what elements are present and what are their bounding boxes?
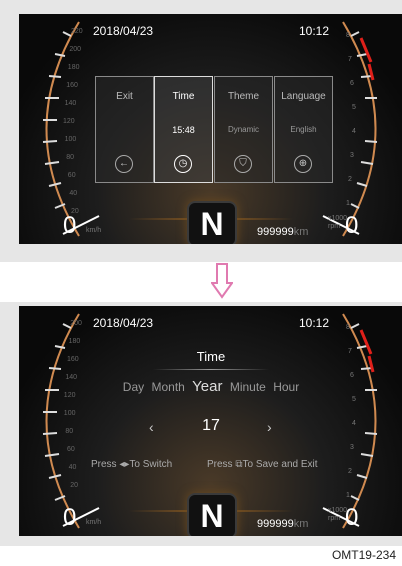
title-underline — [153, 369, 269, 370]
speed-tick-label: 140 — [64, 100, 77, 107]
menu-card-exit[interactable]: Exit ← — [95, 76, 154, 183]
globe-icon: ⊕ — [294, 155, 312, 173]
rpm-tick-label: 2 — [348, 468, 352, 475]
odometer-value: 999999 — [257, 518, 294, 530]
speed-tick-label: 40 — [69, 190, 78, 197]
back-arrow-icon: ← — [115, 155, 133, 173]
menu-card-value: English — [290, 125, 317, 134]
field-day[interactable]: Day — [123, 380, 144, 394]
rpm-tick-label: 8 — [346, 324, 350, 331]
rpm-tick-label: 6 — [350, 372, 354, 379]
field-hour[interactable]: Hour — [273, 380, 299, 394]
rpm-tick-label: 2 — [348, 176, 352, 183]
speed-tick-label: 60 — [67, 172, 76, 179]
speed-tick-label: 80 — [65, 428, 74, 435]
top-cluster-screen: 2018/04/23 10:12 Exit ← Time 15:48 ◷ The… — [19, 14, 402, 244]
menu-card-label: Time — [172, 91, 195, 102]
rpm-tick-label: 6 — [350, 80, 354, 87]
speed-tick-label: 20 — [70, 482, 78, 489]
rpm-tick-label: 8 — [346, 32, 350, 39]
rpm-tick-label: 1 — [346, 200, 350, 207]
rpm-tick-label: 3 — [350, 444, 354, 451]
rpm-tick-label: 3 — [350, 152, 354, 159]
gear-indicator: N — [187, 493, 237, 536]
rpm-unit-text: rpm — [328, 223, 341, 230]
speed-tick-label: 160 — [67, 356, 79, 363]
gear-indicator: N — [187, 201, 237, 244]
speed-unit-label: km/h — [86, 227, 102, 234]
figure-caption: OMT19-234 — [331, 548, 396, 562]
switch-hint: Press ◂▸To Switch — [91, 459, 173, 470]
bottom-cluster-screen: 2018/04/23 10:12 Time Day Month Year Min… — [19, 306, 402, 536]
menu-card-theme[interactable]: Theme Dynamic ⛉ — [214, 76, 273, 183]
speed-tick-label: 180 — [67, 64, 80, 71]
rpm-tick-label: 4 — [352, 128, 356, 135]
clock-display: 10:12 — [299, 316, 330, 330]
field-value: 17 — [202, 417, 220, 434]
down-arrow-icon — [211, 263, 233, 299]
rpm-tick-label: 7 — [348, 348, 352, 355]
menu-card-time[interactable]: Time 15:48 ◷ — [154, 76, 213, 183]
menu-card-label: Theme — [227, 91, 260, 102]
menu-card-value: 15:48 — [172, 125, 195, 135]
increase-arrow-icon[interactable]: › — [267, 419, 272, 435]
shirt-icon: ⛉ — [234, 155, 252, 173]
rpm-tick-label: 5 — [352, 104, 356, 111]
rpm-tick-label: 5 — [352, 396, 356, 403]
clock-display: 10:12 — [299, 24, 330, 38]
rpm-tick-label: 4 — [352, 420, 356, 427]
speed-unit-label: km/h — [86, 519, 102, 526]
rpm-unit-text: rpm — [328, 515, 341, 522]
speed-tick-label: 120 — [63, 118, 75, 125]
menu-card-language[interactable]: Language English ⊕ — [274, 76, 333, 183]
clock-icon: ◷ — [174, 155, 192, 173]
speed-tick-label: 220 — [71, 28, 83, 35]
speed-tick-label: 180 — [68, 338, 81, 345]
speed-tick-label: 100 — [64, 136, 77, 143]
speed-tick-label: 20 — [71, 208, 79, 215]
date-display: 2018/04/23 — [93, 316, 154, 330]
odometer-unit: km — [293, 518, 309, 530]
odometer-value: 999999 — [257, 226, 294, 238]
menu-card-label: Language — [281, 91, 326, 102]
speed-zero-label: 0 — [63, 212, 77, 239]
speed-tick-label: 200 — [70, 320, 82, 327]
speed-tick-label: 160 — [66, 82, 78, 89]
rpm-tick-label: 7 — [348, 56, 352, 63]
speed-tick-label: 60 — [67, 446, 75, 453]
save-exit-hint: Press ⧉To Save and Exit — [207, 459, 318, 470]
field-year[interactable]: Year — [192, 378, 222, 395]
rpm-zero-label: 0 — [345, 504, 359, 531]
speed-zero-label: 0 — [63, 504, 77, 531]
speed-tick-label: 200 — [69, 46, 82, 53]
odometer: 999999km — [257, 518, 308, 530]
odometer-unit: km — [293, 226, 309, 238]
rpm-zero-label: 0 — [345, 212, 359, 239]
speed-tick-label: 80 — [66, 154, 74, 161]
menu-card-value: Dynamic — [227, 125, 260, 134]
date-display: 2018/04/23 — [93, 24, 154, 38]
speed-tick-label: 140 — [65, 374, 78, 381]
speed-tick-label: 120 — [63, 392, 76, 399]
field-minute[interactable]: Minute — [230, 380, 266, 394]
speed-tick-label: 100 — [63, 410, 76, 417]
odometer: 999999km — [257, 226, 308, 238]
speed-tick-label: 40 — [68, 464, 77, 471]
menu-card-label: Exit — [116, 91, 133, 102]
rpm-tick-label: 1 — [346, 492, 350, 499]
field-month[interactable]: Month — [151, 380, 184, 394]
